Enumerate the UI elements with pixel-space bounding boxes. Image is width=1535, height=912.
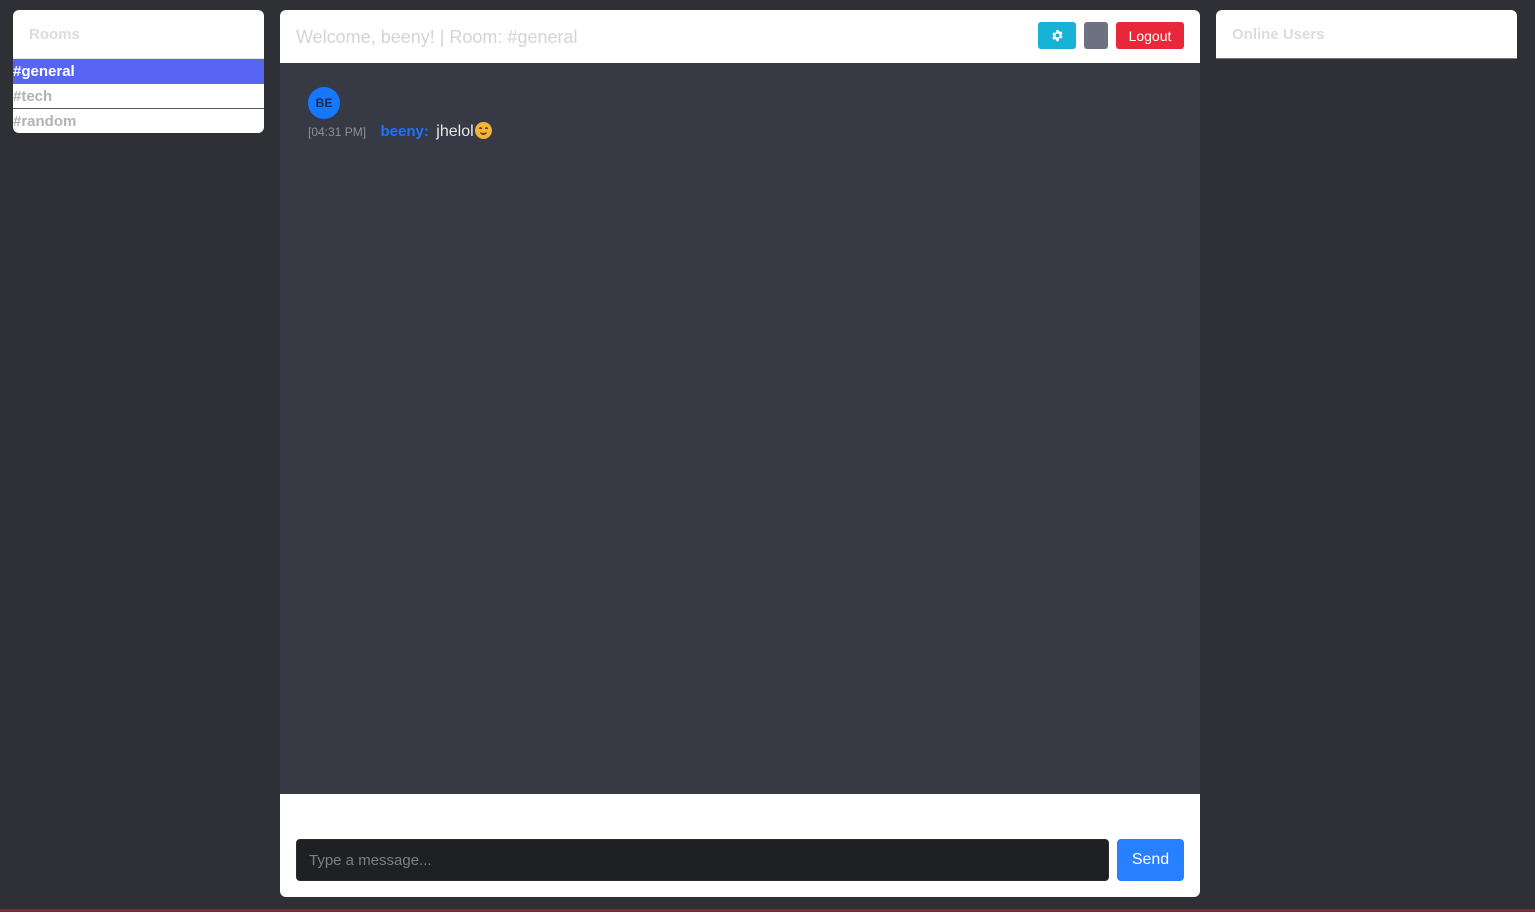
gear-icon: [1051, 29, 1063, 42]
avatar: BE: [308, 87, 340, 119]
online-users-title: Online Users: [1232, 26, 1325, 43]
logout-button[interactable]: Logout: [1116, 22, 1184, 49]
room-item-general[interactable]: #general: [13, 59, 264, 84]
message-item: [04:31 PM] beeny: jhelol: [308, 122, 492, 141]
message-timestamp: [04:31 PM]: [308, 125, 367, 139]
smiling-face-icon: [474, 122, 492, 139]
chat-header: Welcome, beeny! | Room: #general Logout: [280, 10, 1200, 63]
message-input[interactable]: [296, 839, 1109, 881]
theme-toggle-button[interactable]: [1084, 22, 1108, 49]
rooms-title: Rooms: [13, 10, 264, 59]
settings-button[interactable]: [1038, 22, 1076, 49]
chat-title: Welcome, beeny! | Room: #general: [296, 27, 578, 47]
rooms-panel: Rooms #general #tech #random: [13, 10, 264, 133]
message-input-bar: Send: [280, 794, 1200, 897]
room-item-tech[interactable]: #tech: [13, 84, 264, 109]
message-text: jhelol: [436, 123, 474, 140]
message-username: beeny:: [380, 123, 429, 140]
room-item-random[interactable]: #random: [13, 109, 264, 133]
messages-area: BE [04:31 PM] beeny: jhelol: [280, 63, 1200, 794]
send-button[interactable]: Send: [1117, 839, 1184, 881]
online-users-panel: Online Users: [1216, 10, 1517, 59]
